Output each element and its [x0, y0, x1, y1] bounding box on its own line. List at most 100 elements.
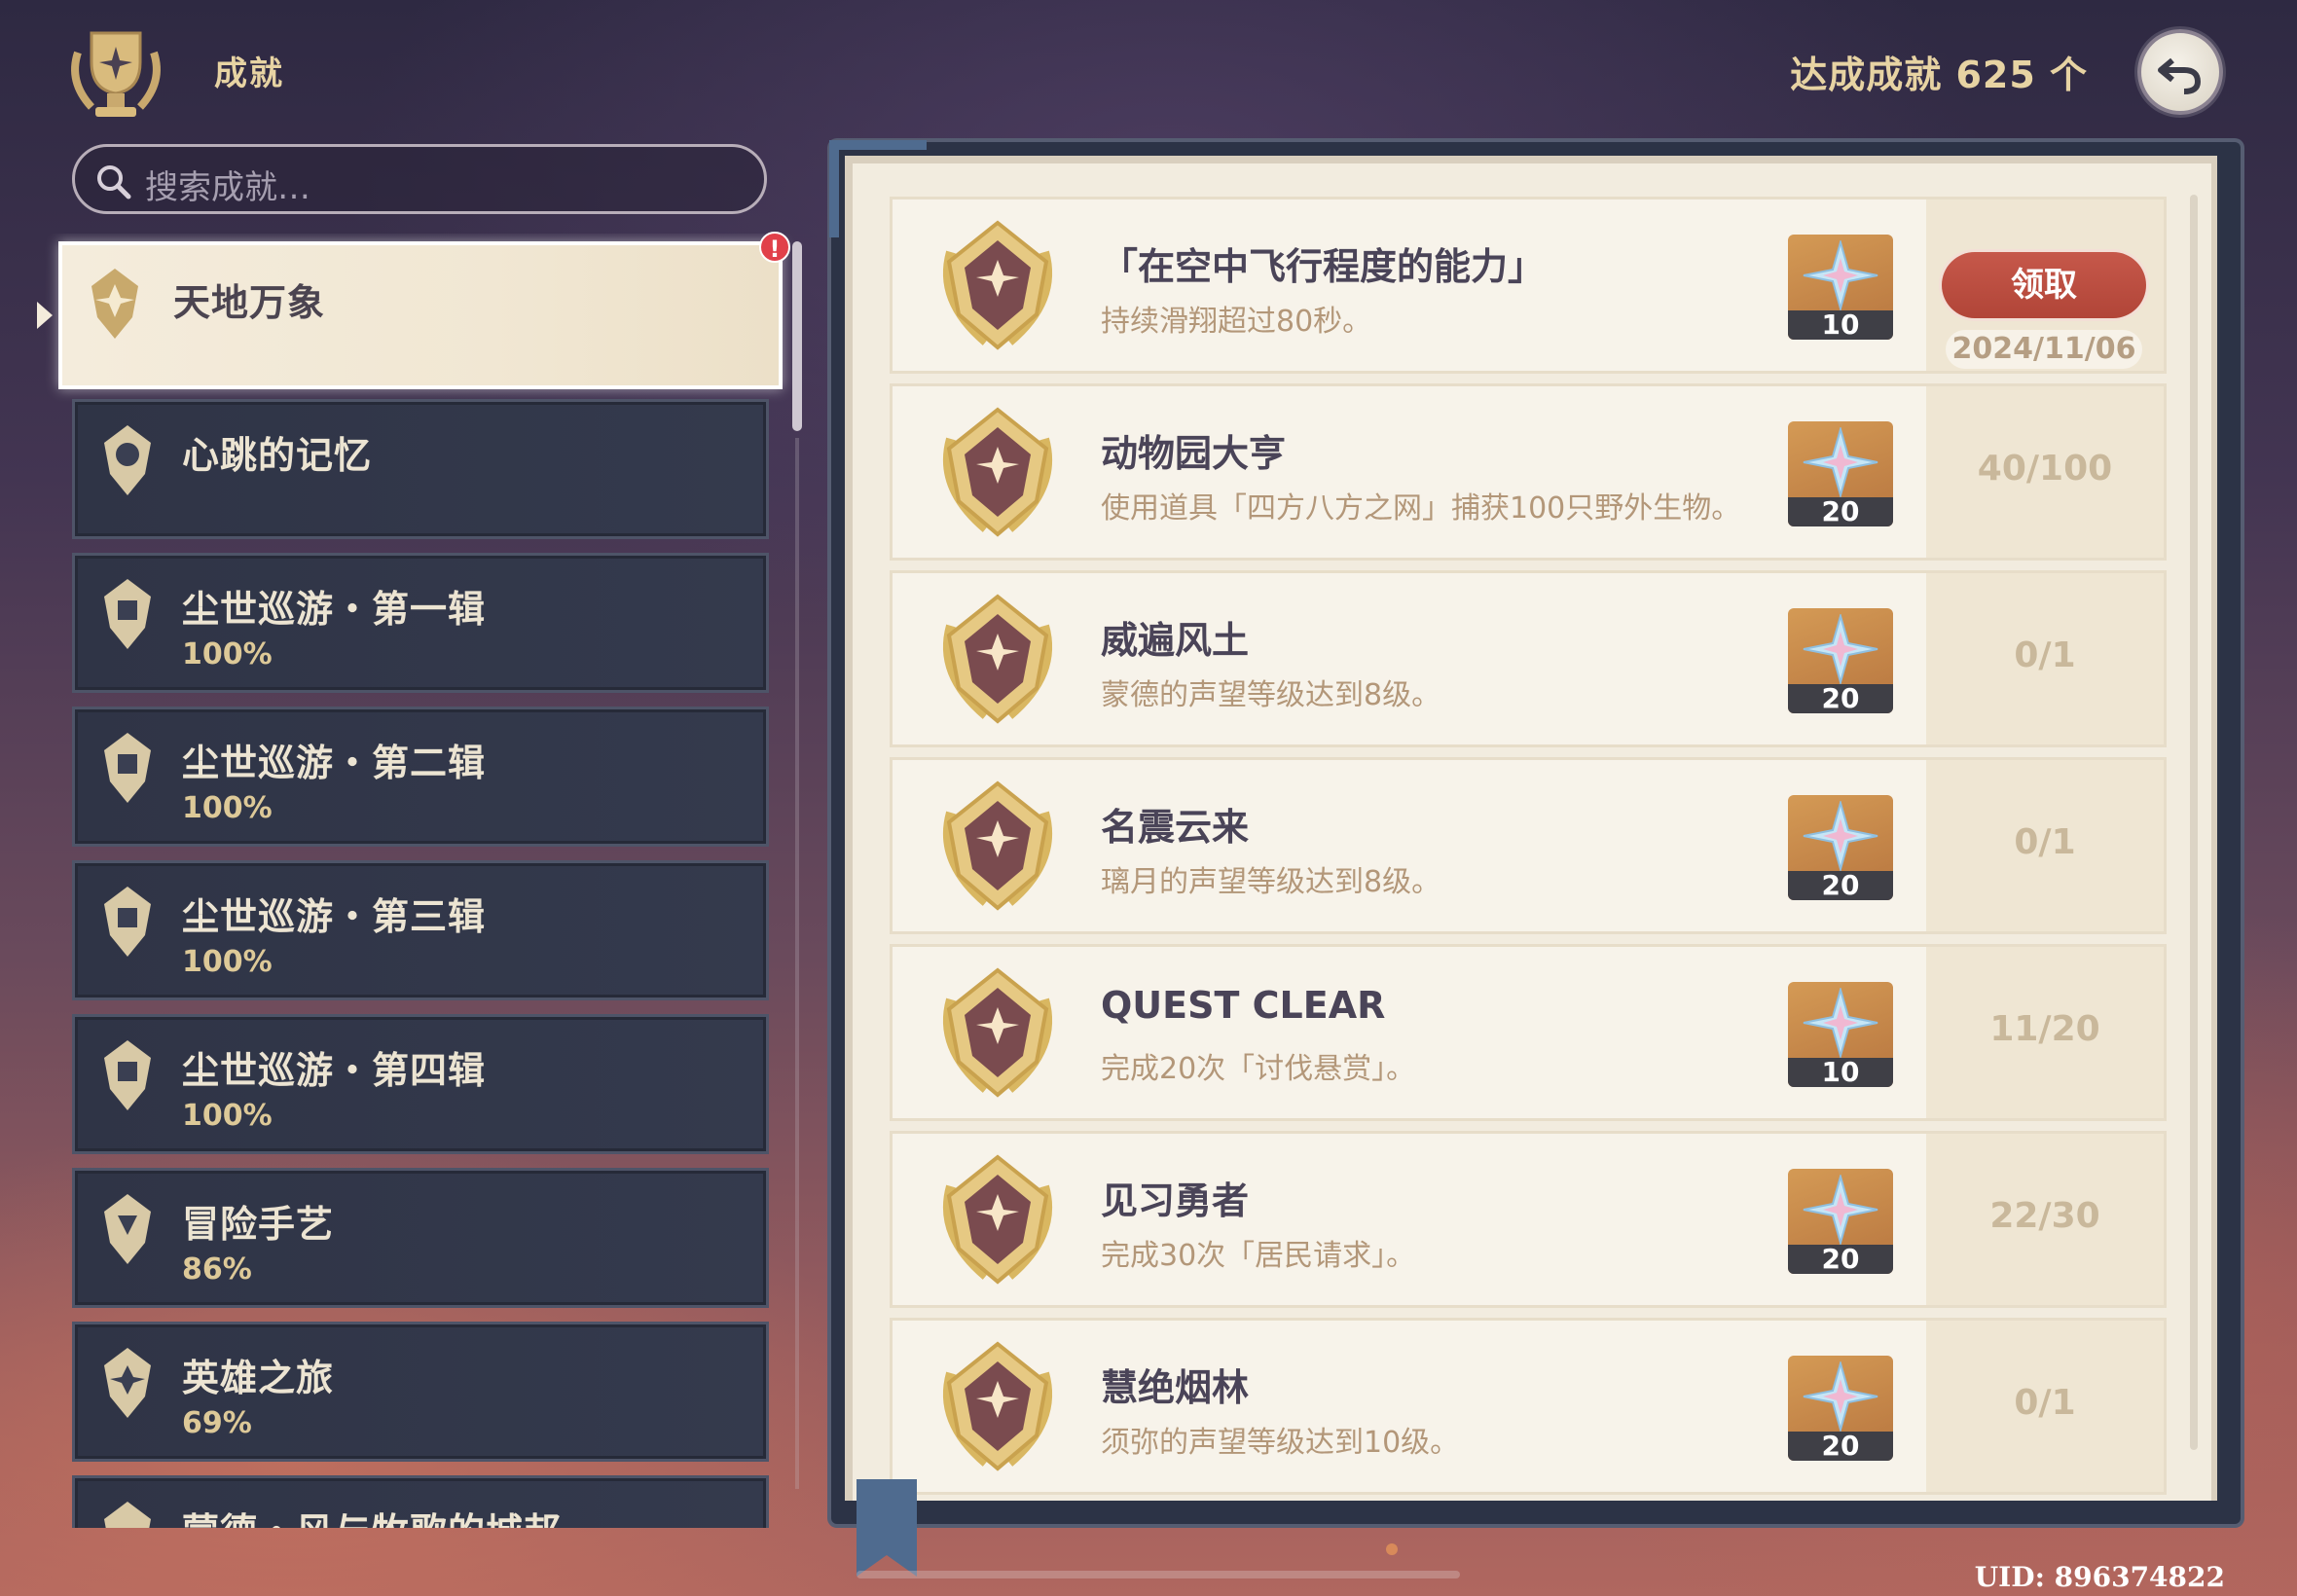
- sidebar-item-percent: 69%: [182, 1406, 252, 1440]
- sidebar-scrollbar[interactable]: [792, 241, 802, 431]
- reward-primogem: 20: [1788, 421, 1893, 526]
- achievement-description: 完成20次「讨伐悬赏」。: [1101, 1052, 1416, 1086]
- achievement-progress: 0/1: [2014, 1383, 2076, 1423]
- category-badge-icon: [104, 579, 151, 649]
- primogem-icon: [1803, 1175, 1878, 1245]
- category-sidebar[interactable]: 天地万象 心跳的记忆 尘世巡游・第一辑 100% 尘世巡游・第二辑 100% 尘…: [0, 234, 798, 1528]
- achievement-description: 持续滑翔超过80秒。: [1101, 305, 1372, 339]
- category-badge-icon: [104, 425, 151, 495]
- achievement-title: 见习勇者: [1101, 1179, 1250, 1222]
- sidebar-item-chenshi-4[interactable]: 尘世巡游・第四辑 100%: [72, 1014, 769, 1154]
- sidebar-item-chenshi-3[interactable]: 尘世巡游・第三辑 100%: [72, 860, 769, 1000]
- search-icon: [97, 165, 131, 200]
- achievement-status: 领取 2024/11/06: [1926, 200, 2164, 371]
- back-button[interactable]: [2137, 29, 2223, 115]
- category-badge-icon: [104, 1194, 151, 1264]
- achievement-status: 11/20: [1926, 947, 2164, 1118]
- achievement-medal-icon: [943, 594, 1052, 724]
- page-title: 成就: [214, 54, 284, 93]
- sidebar-item-label: 尘世巡游・第四辑: [182, 1049, 487, 1092]
- achievement-progress: 0/1: [2014, 635, 2076, 675]
- sidebar-item-percent: 100%: [182, 945, 273, 979]
- category-badge-icon: [104, 1502, 151, 1528]
- achievement-medal-icon: [943, 1154, 1052, 1285]
- achievement-medal-icon: [943, 407, 1052, 537]
- search-placeholder: 搜索成就…: [145, 168, 310, 207]
- sidebar-item-label: 心跳的记忆: [182, 434, 373, 477]
- sidebar-item-percent: 100%: [182, 791, 273, 825]
- achievement-title: 慧绝烟林: [1101, 1366, 1250, 1409]
- achievement-status: 0/1: [1926, 1321, 2164, 1492]
- reward-primogem: 10: [1788, 235, 1893, 340]
- reward-primogem: 20: [1788, 1169, 1893, 1274]
- achievement-title: 动物园大亨: [1101, 432, 1287, 475]
- sidebar-item-xintiao[interactable]: 心跳的记忆: [72, 399, 769, 539]
- sidebar-item-mengde[interactable]: 蒙德・风与牧歌的城邦: [72, 1475, 769, 1528]
- sidebar-item-label: 尘世巡游・第二辑: [182, 742, 487, 784]
- achievement-description: 须弥的声望等级达到10级。: [1101, 1426, 1460, 1460]
- achievement-row: 见习勇者 完成30次「居民请求」。 20 22/30: [890, 1131, 2167, 1308]
- reward-quantity: 20: [1788, 871, 1893, 900]
- sidebar-item-maoxian[interactable]: 冒险手艺 86%: [72, 1168, 769, 1308]
- primogem-icon: [1803, 801, 1878, 871]
- player-uid: UID: 896374822: [1974, 1561, 2225, 1593]
- achievement-description: 使用道具「四方八方之网」捕获100只野外生物。: [1101, 491, 1741, 526]
- sidebar-item-yingxiong[interactable]: 英雄之旅 69%: [72, 1322, 769, 1462]
- achievement-progress: 11/20: [1989, 1009, 2100, 1049]
- achievement-status: 40/100: [1926, 386, 2164, 558]
- reward-quantity: 20: [1788, 1432, 1893, 1461]
- achievement-list-scrollbar[interactable]: [2190, 195, 2198, 1450]
- achievement-row: 慧绝烟林 须弥的声望等级达到10级。 20 0/1: [890, 1318, 2167, 1495]
- reward-primogem: 10: [1788, 982, 1893, 1087]
- search-input[interactable]: 搜索成就…: [72, 144, 767, 214]
- achievement-title: 威遍风土: [1101, 619, 1250, 662]
- sidebar-item-label: 天地万象: [173, 281, 326, 324]
- bottom-scroll-bar: [857, 1571, 1460, 1578]
- achievement-title: 「在空中飞行程度的能力」: [1101, 245, 1546, 288]
- sidebar-item-label: 尘世巡游・第三辑: [182, 895, 487, 938]
- achievement-status: 0/1: [1926, 573, 2164, 744]
- sidebar-item-tiandiwanxiang[interactable]: 天地万象: [58, 241, 783, 389]
- achievement-count: 达成成就 625 个: [1790, 54, 2088, 96]
- achievement-medal-icon: [943, 780, 1052, 911]
- category-badge-icon: [104, 1040, 151, 1110]
- achievement-list-page[interactable]: 「在空中飞行程度的能力」 持续滑翔超过80秒。 10 领取 2024/11/06: [853, 163, 2211, 1501]
- achievement-medal-icon: [943, 220, 1052, 350]
- achievement-row: 「在空中飞行程度的能力」 持续滑翔超过80秒。 10 领取 2024/11/06: [890, 197, 2167, 374]
- sidebar-item-chenshi-1[interactable]: 尘世巡游・第一辑 100%: [72, 553, 769, 693]
- sidebar-item-percent: 86%: [182, 1252, 252, 1287]
- claim-button[interactable]: 领取: [1942, 252, 2146, 318]
- category-badge-icon: [104, 887, 151, 957]
- reward-primogem: 20: [1788, 1356, 1893, 1461]
- sidebar-item-percent: 100%: [182, 637, 273, 671]
- category-badge-icon: [104, 1348, 151, 1418]
- sidebar-item-label: 英雄之旅: [182, 1357, 335, 1399]
- achievement-title: QUEST CLEAR: [1101, 984, 1386, 1027]
- reward-quantity: 10: [1788, 1058, 1893, 1087]
- back-arrow-icon: [2158, 57, 2202, 94]
- achievement-progress: 40/100: [1977, 449, 2113, 489]
- reward-quantity: 20: [1788, 497, 1893, 526]
- reward-quantity: 10: [1788, 310, 1893, 340]
- reward-quantity: 20: [1788, 1245, 1893, 1274]
- reward-primogem: 20: [1788, 795, 1893, 900]
- achievement-row: QUEST CLEAR 完成20次「讨伐悬赏」。 10 11/20: [890, 944, 2167, 1121]
- category-badge-icon: [104, 733, 151, 803]
- primogem-icon: [1803, 614, 1878, 684]
- sidebar-item-label: 冒险手艺: [182, 1203, 335, 1246]
- reward-quantity: 20: [1788, 684, 1893, 713]
- achievement-row: 动物园大亨 使用道具「四方八方之网」捕获100只野外生物。 20 40/100: [890, 383, 2167, 561]
- sidebar-item-label: 蒙德・风与牧歌的城邦: [182, 1502, 562, 1528]
- achievement-status: 22/30: [1926, 1134, 2164, 1305]
- achievement-progress: 0/1: [2014, 822, 2076, 862]
- category-badge-icon: [91, 269, 138, 339]
- alert-badge: !: [759, 232, 790, 263]
- achievement-row: 威遍风土 蒙德的声望等级达到8级。 20 0/1: [890, 570, 2167, 747]
- primogem-icon: [1803, 1361, 1878, 1432]
- page-indicator-dot: [1386, 1543, 1398, 1555]
- achievement-medal-icon: [943, 967, 1052, 1098]
- achievement-status: 0/1: [1926, 760, 2164, 931]
- sidebar-item-percent: 100%: [182, 1099, 273, 1133]
- primogem-icon: [1803, 240, 1878, 310]
- sidebar-item-chenshi-2[interactable]: 尘世巡游・第二辑 100%: [72, 707, 769, 847]
